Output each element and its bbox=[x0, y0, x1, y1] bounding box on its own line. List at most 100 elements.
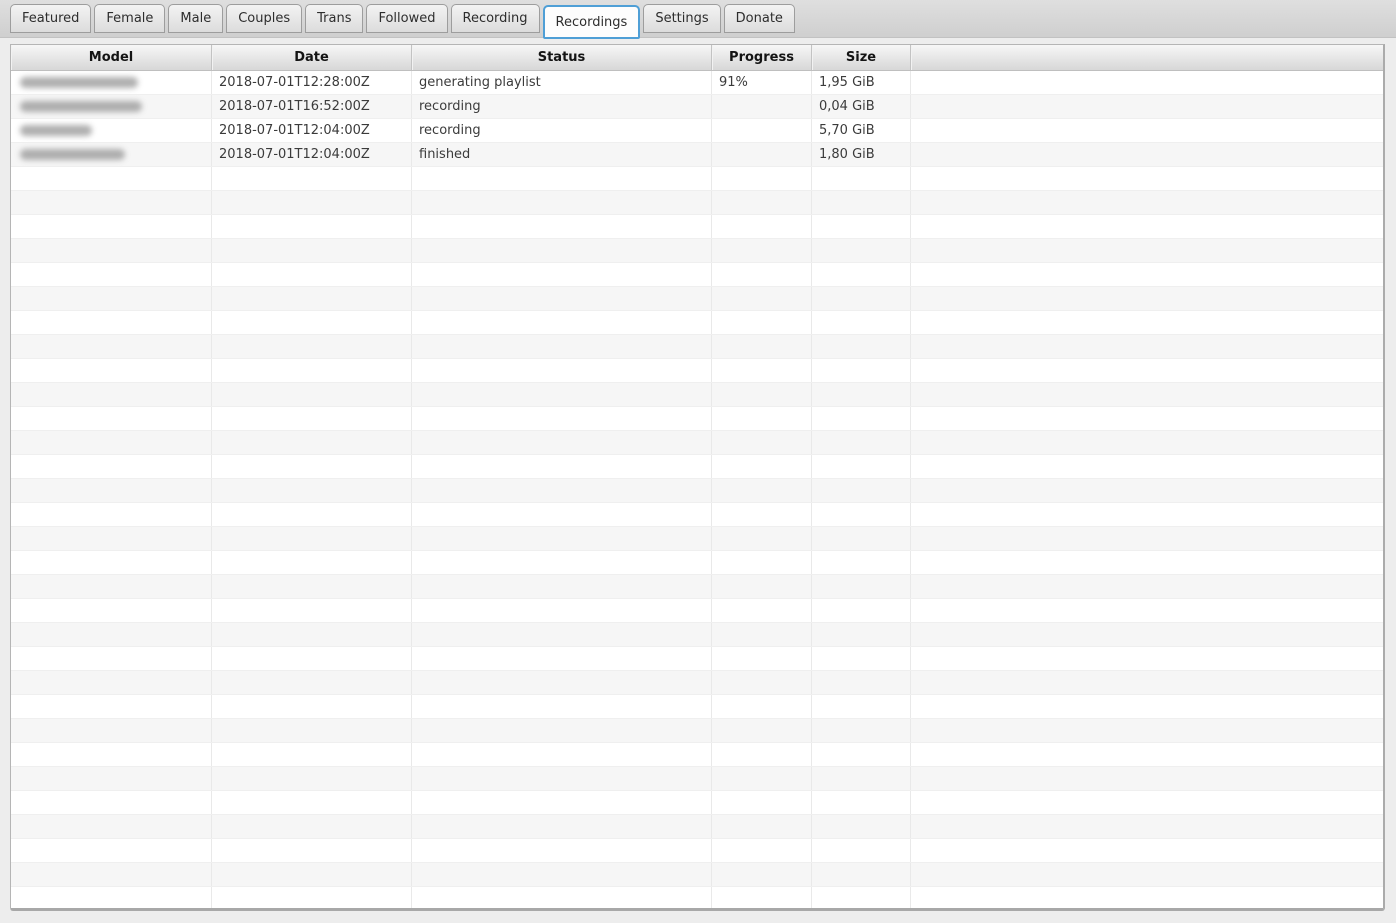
table-row[interactable]: 2018-07-01T12:04:00Z recording 5,70 GiB bbox=[11, 119, 1383, 143]
table-row-empty bbox=[11, 239, 1383, 263]
cell-model bbox=[11, 71, 212, 94]
cell-progress: 91% bbox=[712, 71, 812, 94]
table-row-empty bbox=[11, 647, 1383, 671]
tab-male[interactable]: Male bbox=[168, 4, 224, 33]
table-row[interactable]: 2018-07-01T12:28:00Z generating playlist 9… bbox=[11, 71, 1383, 95]
table-row[interactable]: 2018-07-01T16:52:00Z recording 0,04 GiB bbox=[11, 95, 1383, 119]
table-row[interactable]: 2018-07-01T12:04:00Z finished 1,80 GiB bbox=[11, 143, 1383, 167]
cell-empty bbox=[911, 527, 1383, 550]
cell-date bbox=[212, 167, 412, 190]
cell-progress bbox=[712, 503, 812, 526]
cell-size bbox=[812, 263, 911, 286]
table-row-empty bbox=[11, 839, 1383, 863]
cell-size bbox=[812, 407, 911, 430]
column-header-size[interactable]: Size bbox=[812, 45, 911, 70]
cell-size bbox=[812, 695, 911, 718]
tab-featured[interactable]: Featured bbox=[10, 4, 92, 33]
cell-progress bbox=[712, 431, 812, 454]
cell-progress bbox=[712, 191, 812, 214]
cell-progress bbox=[712, 815, 812, 838]
table-row-empty bbox=[11, 527, 1383, 551]
cell-status bbox=[412, 359, 712, 382]
cell-progress bbox=[712, 743, 812, 766]
cell-date bbox=[212, 431, 412, 454]
cell-size bbox=[812, 815, 911, 838]
cell-empty bbox=[911, 863, 1383, 886]
column-header-status[interactable]: Status bbox=[412, 45, 712, 70]
tab-couples[interactable]: Couples bbox=[226, 4, 303, 33]
cell-model bbox=[11, 287, 212, 310]
cell-size bbox=[812, 863, 911, 886]
tab-bar: Featured Female Male Couples Trans Followed Re… bbox=[0, 0, 1396, 39]
tab-followed[interactable]: Followed bbox=[366, 4, 448, 33]
cell-model bbox=[11, 839, 212, 862]
cell-empty bbox=[911, 695, 1383, 718]
tab-female[interactable]: Female bbox=[94, 4, 166, 33]
cell-date bbox=[212, 839, 412, 862]
tab-settings[interactable]: Settings bbox=[643, 4, 721, 33]
cell-model bbox=[11, 479, 212, 502]
table-row-empty bbox=[11, 815, 1383, 839]
cell-model bbox=[11, 791, 212, 814]
cell-progress bbox=[712, 551, 812, 574]
tab-recordings[interactable]: Recordings bbox=[542, 5, 641, 39]
column-header-date[interactable]: Date bbox=[212, 45, 412, 70]
cell-progress bbox=[712, 167, 812, 190]
cell-size bbox=[812, 287, 911, 310]
cell-size bbox=[812, 431, 911, 454]
cell-progress bbox=[712, 887, 812, 908]
column-header-progress[interactable]: Progress bbox=[712, 45, 812, 70]
cell-progress bbox=[712, 215, 812, 238]
column-header-model[interactable]: Model bbox=[11, 45, 212, 70]
cell-status bbox=[412, 263, 712, 286]
table-row-empty bbox=[11, 863, 1383, 887]
cell-status bbox=[412, 719, 712, 742]
cell-progress bbox=[712, 767, 812, 790]
tab-donate[interactable]: Donate bbox=[723, 4, 795, 33]
cell-status bbox=[412, 887, 712, 908]
cell-empty bbox=[911, 95, 1383, 118]
cell-size bbox=[812, 503, 911, 526]
cell-size bbox=[812, 167, 911, 190]
cell-status bbox=[412, 383, 712, 406]
cell-model bbox=[11, 239, 212, 262]
tab-recording[interactable]: Recording bbox=[450, 4, 540, 33]
column-header-empty bbox=[911, 45, 1383, 70]
table-row-empty bbox=[11, 743, 1383, 767]
table-row-empty bbox=[11, 719, 1383, 743]
cell-model bbox=[11, 743, 212, 766]
table-row-empty bbox=[11, 431, 1383, 455]
cell-status bbox=[412, 527, 712, 550]
cell-progress bbox=[712, 671, 812, 694]
tab-trans[interactable]: Trans bbox=[305, 4, 364, 33]
cell-size bbox=[812, 743, 911, 766]
cell-date: 2018-07-01T12:04:00Z bbox=[212, 119, 412, 142]
cell-model bbox=[11, 167, 212, 190]
cell-empty bbox=[911, 479, 1383, 502]
redacted-model-name bbox=[20, 101, 142, 112]
cell-date bbox=[212, 383, 412, 406]
cell-model bbox=[11, 311, 212, 334]
cell-empty bbox=[911, 575, 1383, 598]
cell-progress bbox=[712, 311, 812, 334]
cell-progress bbox=[712, 719, 812, 742]
cell-status bbox=[412, 815, 712, 838]
cell-empty bbox=[911, 167, 1383, 190]
cell-date bbox=[212, 719, 412, 742]
cell-size: 0,04 GiB bbox=[812, 95, 911, 118]
cell-model bbox=[11, 671, 212, 694]
table-row-empty bbox=[11, 167, 1383, 191]
cell-status bbox=[412, 695, 712, 718]
cell-date: 2018-07-01T16:52:00Z bbox=[212, 95, 412, 118]
cell-date bbox=[212, 743, 412, 766]
cell-status bbox=[412, 335, 712, 358]
cell-status bbox=[412, 863, 712, 886]
cell-size: 1,95 GiB bbox=[812, 71, 911, 94]
cell-empty bbox=[911, 431, 1383, 454]
cell-date bbox=[212, 455, 412, 478]
cell-status bbox=[412, 167, 712, 190]
cell-model bbox=[11, 263, 212, 286]
cell-model bbox=[11, 455, 212, 478]
cell-empty bbox=[911, 71, 1383, 94]
table-row-empty bbox=[11, 671, 1383, 695]
